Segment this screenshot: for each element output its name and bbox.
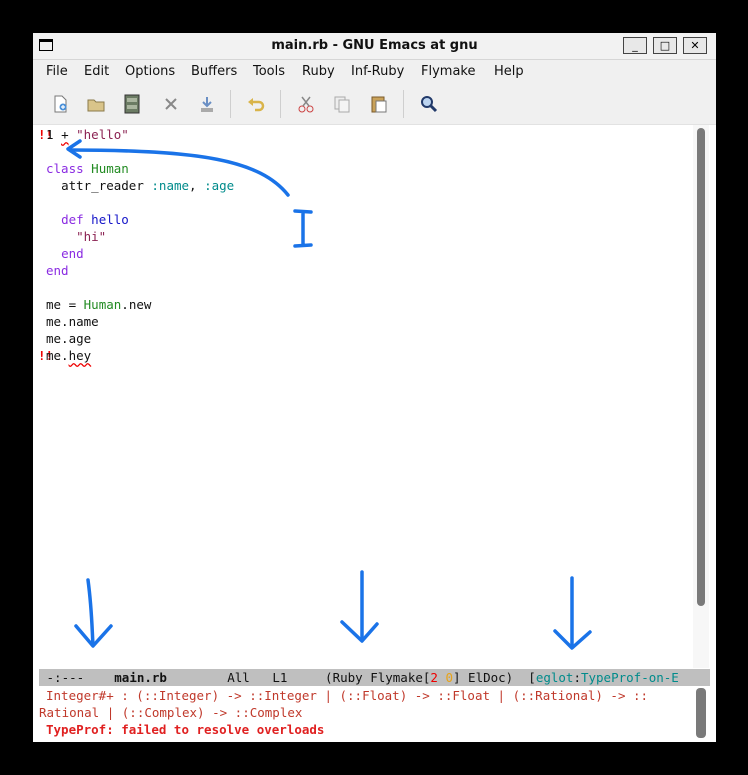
close-button[interactable]: ✕ xyxy=(683,37,707,54)
code-line-end-class: end xyxy=(46,263,69,278)
maximize-button[interactable]: □ xyxy=(653,37,677,54)
toolbar-separator xyxy=(280,90,281,118)
window-title: main.rb - GNU Emacs at gnu xyxy=(271,38,478,53)
menu-inf-ruby[interactable]: Inf-Ruby xyxy=(351,64,404,79)
typeprof-error-message: TypeProf: failed to resolve overloads xyxy=(46,722,325,737)
code-line-string: "hi" xyxy=(76,229,107,244)
undo-icon[interactable] xyxy=(246,94,266,114)
save-icon[interactable] xyxy=(122,94,142,114)
menu-ruby[interactable]: Ruby xyxy=(302,64,335,79)
emacs-window: main.rb - GNU Emacs at gnu _ □ ✕ File Ed… xyxy=(33,33,716,742)
title-bar: main.rb - GNU Emacs at gnu _ □ ✕ xyxy=(33,33,716,60)
menu-bar: File Edit Options Buffers Tools Ruby Inf… xyxy=(33,60,716,84)
tool-bar xyxy=(33,84,716,125)
paste-icon[interactable] xyxy=(369,94,389,114)
open-folder-icon[interactable] xyxy=(86,94,106,114)
editor-buffer[interactable]: !! 1 + "hello" class Human attr_reader :… xyxy=(33,125,693,668)
editor-scrollbar[interactable] xyxy=(693,125,709,668)
minimize-button[interactable]: _ xyxy=(623,37,647,54)
search-icon[interactable] xyxy=(419,94,439,114)
menu-tools[interactable]: Tools xyxy=(253,64,285,79)
echo-area: Integer#+ : (::Integer) -> ::Integer | (… xyxy=(39,686,694,742)
scrollbar-thumb[interactable] xyxy=(697,128,705,606)
menu-buffers[interactable]: Buffers xyxy=(191,64,237,79)
new-file-icon[interactable] xyxy=(50,94,70,114)
close-icon[interactable] xyxy=(161,94,181,114)
menu-help[interactable]: Help xyxy=(494,64,524,79)
code-line-attr-reader: attr_reader :name, :age xyxy=(61,178,235,193)
cut-icon[interactable] xyxy=(296,94,316,114)
menu-edit[interactable]: Edit xyxy=(84,64,109,79)
copy-icon[interactable] xyxy=(332,94,352,114)
toolbar-separator xyxy=(403,90,404,118)
save-as-icon[interactable] xyxy=(197,94,217,114)
toolbar-separator xyxy=(230,90,231,118)
code-line-me-hey: me.hey xyxy=(46,348,92,363)
code-line-class: class Human xyxy=(46,161,129,176)
menu-options[interactable]: Options xyxy=(125,64,175,79)
code-line-1: 1 + "hello" xyxy=(46,127,129,142)
code-line-me-name: me.name xyxy=(46,314,99,329)
menu-flymake[interactable]: Flymake xyxy=(421,64,475,79)
eldoc-signature-line-1: Integer#+ : (::Integer) -> ::Integer | (… xyxy=(46,688,649,703)
mode-line: -:--- main.rb All L1 (Ruby Flymake[2 0] … xyxy=(39,669,710,686)
code-line-me-age: me.age xyxy=(46,331,92,346)
code-line-assign: me = Human.new xyxy=(46,297,152,312)
menu-file[interactable]: File xyxy=(46,64,68,79)
eldoc-signature-line-2: Rational | (::Complex) -> ::Complex xyxy=(39,705,303,720)
code-line-end-def: end xyxy=(61,246,84,261)
code-line-def: def hello xyxy=(61,212,129,227)
echo-scrollbar[interactable] xyxy=(696,688,706,738)
